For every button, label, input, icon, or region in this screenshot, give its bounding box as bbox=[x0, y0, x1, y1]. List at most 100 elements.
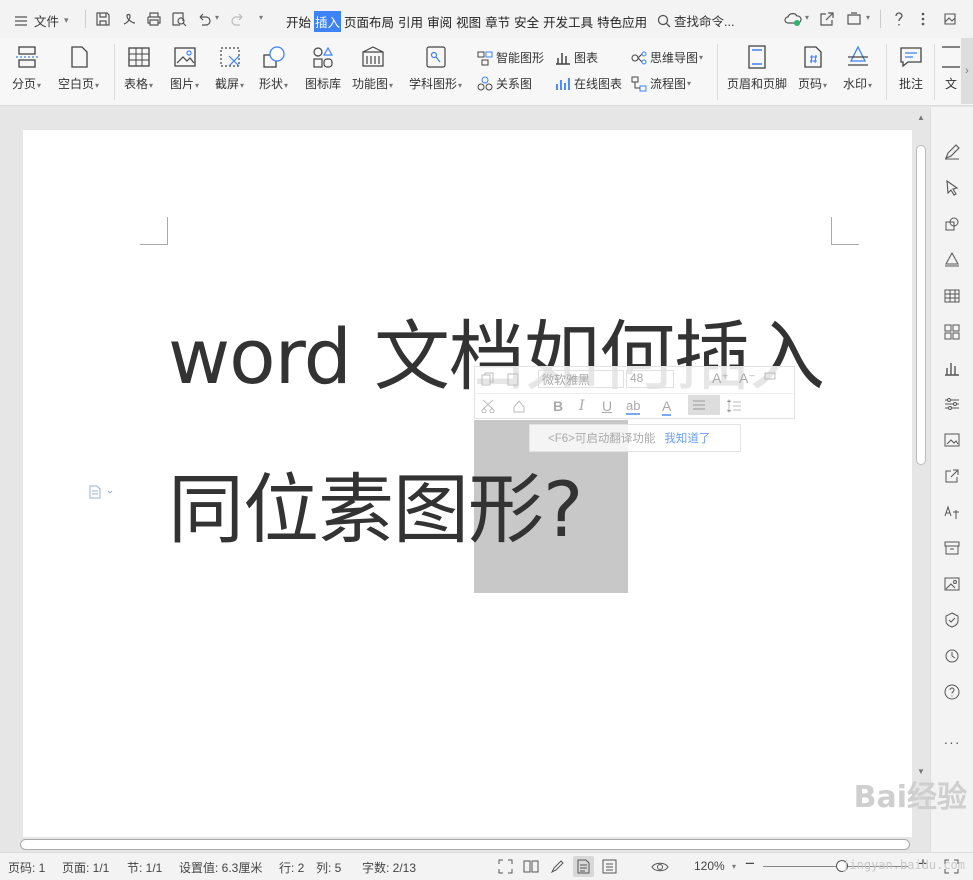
copy-icon[interactable] bbox=[481, 372, 495, 386]
highlight-button[interactable]: ab bbox=[626, 398, 641, 415]
header-footer-button[interactable]: 页眉和页脚 bbox=[727, 44, 787, 92]
more-horizontal-icon[interactable]: ··· bbox=[942, 732, 962, 752]
document-heading-line-2[interactable]: 同位素图形? bbox=[168, 448, 583, 558]
print-preview-icon[interactable] bbox=[171, 11, 187, 27]
settings-sliders-icon[interactable] bbox=[942, 394, 962, 414]
zoom-out-button[interactable]: − bbox=[745, 854, 755, 874]
watermark-button[interactable]: 水印▾ bbox=[843, 44, 872, 92]
chart-panel-icon[interactable] bbox=[942, 358, 962, 378]
scroll-up-icon[interactable]: ▲ bbox=[917, 113, 925, 122]
command-search[interactable]: 查找命令... bbox=[657, 11, 734, 30]
cloud-sync-icon[interactable] bbox=[784, 11, 802, 27]
eraser-icon[interactable] bbox=[512, 399, 526, 413]
more-vertical-icon[interactable] bbox=[918, 11, 928, 27]
underline-button[interactable]: U bbox=[602, 398, 612, 414]
shapes-panel-icon[interactable] bbox=[942, 214, 962, 234]
undo-pdf-icon[interactable] bbox=[121, 11, 137, 27]
write-mode-icon[interactable] bbox=[550, 859, 565, 874]
paste-icon[interactable] bbox=[506, 372, 520, 386]
bold-button[interactable]: B bbox=[553, 398, 563, 414]
share-icon[interactable] bbox=[819, 11, 835, 27]
export-icon[interactable] bbox=[942, 466, 962, 486]
smart-art-button[interactable]: 智能图形 bbox=[477, 49, 544, 66]
document-page[interactable]: word 文档如何插入 同位素图形? 微软雅黑 48 A⁺ A⁻ B I U a… bbox=[23, 130, 915, 837]
flowchart-button[interactable]: 流程图 ▾ bbox=[631, 75, 691, 92]
tab-start[interactable]: 开始 bbox=[285, 11, 312, 32]
screenshot-button[interactable]: 截屏▾ bbox=[215, 44, 244, 92]
format-painter-icon[interactable] bbox=[764, 372, 778, 386]
zoom-dropdown-icon[interactable]: ▾ bbox=[732, 862, 736, 871]
cut-icon[interactable] bbox=[481, 399, 495, 413]
font-color-button[interactable]: A bbox=[662, 398, 672, 416]
edit-pen-icon[interactable] bbox=[942, 142, 962, 162]
tab-special[interactable]: 特色应用 bbox=[596, 11, 648, 32]
shapes-button[interactable]: 形状▾ bbox=[259, 44, 288, 92]
align-button[interactable] bbox=[688, 395, 720, 415]
archive-icon[interactable] bbox=[942, 538, 962, 558]
zoom-level[interactable]: 120% bbox=[694, 859, 725, 873]
tab-page-layout[interactable]: 页面布局 bbox=[343, 11, 395, 32]
redo-icon[interactable] bbox=[230, 11, 246, 27]
select-cursor-icon[interactable] bbox=[942, 178, 962, 198]
vertical-scroll-thumb[interactable] bbox=[916, 145, 926, 465]
online-chart-button[interactable]: 在线图表 bbox=[555, 75, 622, 92]
cloud-dropdown-icon[interactable]: ▾ bbox=[805, 13, 809, 22]
subject-graph-button[interactable]: 学科图形▾ bbox=[409, 44, 462, 92]
translate-icon[interactable] bbox=[942, 502, 962, 522]
document-area[interactable]: word 文档如何插入 同位素图形? 微软雅黑 48 A⁺ A⁻ B I U a… bbox=[0, 107, 930, 837]
ribbon-scroll-right[interactable]: › bbox=[961, 38, 973, 104]
file-menu[interactable]: 文件 ▾ bbox=[14, 11, 69, 30]
picture-button[interactable]: 图片▾ bbox=[170, 44, 199, 92]
table-panel-icon[interactable] bbox=[942, 286, 962, 306]
quick-access-dropdown-icon[interactable]: ▾ bbox=[259, 13, 263, 22]
outline-view-icon[interactable] bbox=[602, 859, 617, 874]
horizontal-scroll-thumb[interactable] bbox=[20, 839, 910, 850]
grow-font-button[interactable]: A⁺ bbox=[712, 370, 729, 387]
hint-dismiss-link[interactable]: 我知道了 bbox=[664, 430, 710, 446]
read-mode-icon[interactable] bbox=[523, 859, 539, 874]
relation-button[interactable]: 关系图 bbox=[477, 75, 532, 92]
picture-panel-icon[interactable] bbox=[942, 574, 962, 594]
status-setting[interactable]: 设置值: 6.3厘米 bbox=[179, 859, 262, 876]
tab-insert[interactable]: 插入 bbox=[314, 11, 342, 32]
table-button[interactable]: 表格▾ bbox=[124, 44, 153, 92]
font-size-select[interactable]: 48 bbox=[626, 370, 674, 388]
font-name-select[interactable]: 微软雅黑 bbox=[538, 370, 624, 388]
undo-dropdown-icon[interactable]: ▾ bbox=[215, 13, 219, 22]
tab-references[interactable]: 引用 bbox=[397, 11, 424, 32]
help-circle-icon[interactable] bbox=[942, 682, 962, 702]
tab-developer[interactable]: 开发工具 bbox=[542, 11, 594, 32]
help-icon[interactable] bbox=[890, 10, 908, 28]
shrink-font-button[interactable]: A⁻ bbox=[739, 370, 756, 387]
italic-button[interactable]: I bbox=[579, 398, 585, 414]
shield-icon[interactable] bbox=[942, 610, 962, 630]
tab-security[interactable]: 安全 bbox=[513, 11, 540, 32]
collapse-icon[interactable] bbox=[942, 11, 958, 27]
image-panel-icon[interactable] bbox=[942, 430, 962, 450]
status-word-count[interactable]: 字数: 2/13 bbox=[362, 859, 416, 876]
save-icon[interactable] bbox=[95, 11, 111, 27]
line-spacing-icon[interactable] bbox=[727, 399, 741, 413]
blank-page-button[interactable]: 空白页▾ bbox=[58, 44, 99, 92]
tab-view[interactable]: 视图 bbox=[455, 11, 482, 32]
chart-button[interactable]: 图表 bbox=[555, 49, 598, 66]
tab-section[interactable]: 章节 bbox=[484, 11, 511, 32]
text-box-button[interactable]: 文 bbox=[942, 44, 960, 92]
undo-icon[interactable] bbox=[196, 11, 212, 27]
document-outline-icon[interactable] bbox=[89, 485, 115, 499]
fullscreen-icon[interactable] bbox=[498, 859, 513, 874]
page-number-button[interactable]: 页码▾ bbox=[798, 44, 827, 92]
tab-review[interactable]: 审阅 bbox=[426, 11, 453, 32]
page-break-button[interactable]: 分页▾ bbox=[12, 44, 41, 92]
history-icon[interactable] bbox=[942, 646, 962, 666]
window-dropdown-icon[interactable]: ▾ bbox=[866, 13, 870, 22]
style-panel-icon[interactable] bbox=[942, 250, 962, 270]
mindmap-button[interactable]: 思维导图 ▾ bbox=[631, 49, 703, 66]
window-icon[interactable] bbox=[846, 11, 862, 27]
apps-panel-icon[interactable] bbox=[942, 322, 962, 342]
function-chart-button[interactable]: 功能图▾ bbox=[352, 44, 393, 92]
eye-protection-icon[interactable] bbox=[651, 859, 669, 874]
print-icon[interactable] bbox=[146, 11, 162, 27]
page-view-button[interactable] bbox=[573, 856, 594, 877]
icon-library-button[interactable]: 图标库 bbox=[305, 44, 341, 92]
